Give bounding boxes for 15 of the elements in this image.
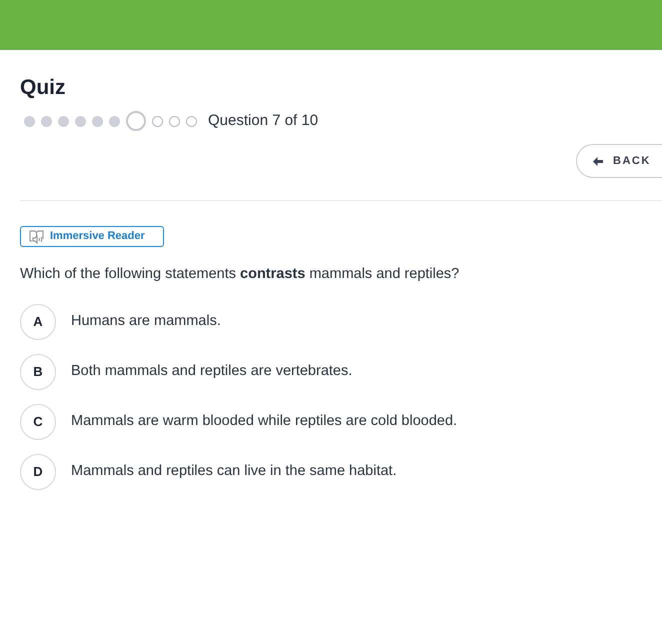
question-counter: Question 7 of 10 <box>208 110 318 131</box>
option-text: Both mammals and reptiles are vertebrates. <box>71 362 352 382</box>
option-text: Humans are mammals. <box>71 312 221 332</box>
back-button[interactable]: BACK <box>576 144 662 178</box>
option-letter-button[interactable]: C <box>20 404 56 440</box>
option-text: Mammals and reptiles can live in the same habitat. <box>71 462 397 482</box>
book-speaker-icon <box>29 230 44 244</box>
option-text: Mammals are warm blooded while reptiles are cold blooded. <box>71 412 458 432</box>
option-letter-button[interactable]: A <box>20 304 56 340</box>
option-letter-button[interactable]: B <box>20 354 56 390</box>
immersive-reader-button[interactable]: Immersive Reader <box>20 226 164 247</box>
option-letter-button[interactable]: D <box>20 454 56 490</box>
left-arrow-icon <box>593 156 603 166</box>
question-text: Which of the following statements contrasts mammals and reptiles? <box>20 265 460 284</box>
quiz-title: Quiz <box>20 75 66 101</box>
